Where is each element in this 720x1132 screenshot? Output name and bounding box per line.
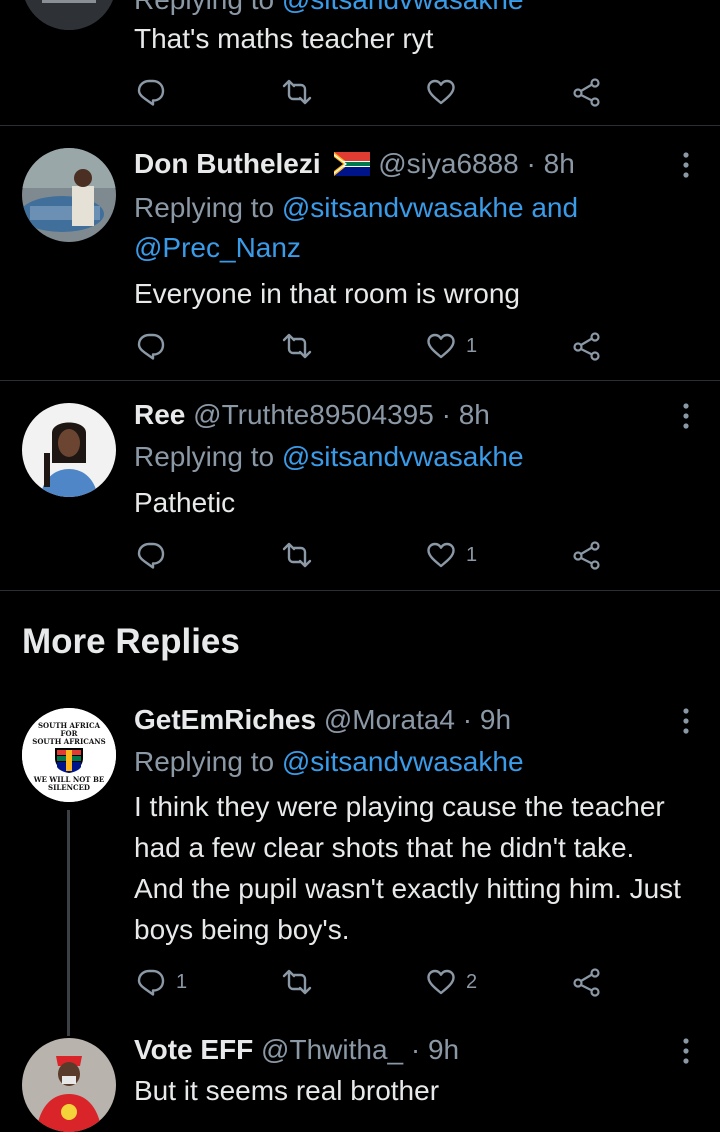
user-handle: @siya6888 bbox=[378, 148, 519, 179]
retweet-icon bbox=[282, 967, 312, 997]
display-name[interactable]: Ree bbox=[134, 399, 185, 430]
reply-icon bbox=[136, 967, 166, 997]
tweet-text: Everyone in that room is wrong bbox=[134, 278, 520, 309]
tweet-header: Ree @Truthte89504395 · 8h bbox=[134, 397, 490, 433]
retweet-button[interactable] bbox=[282, 962, 312, 1002]
share-button[interactable] bbox=[572, 535, 602, 575]
tweet-text: That's maths teacher ryt bbox=[134, 23, 434, 54]
divider bbox=[0, 590, 720, 591]
user-handle: @Thwitha_ bbox=[261, 1034, 404, 1065]
reply-icon bbox=[136, 540, 166, 570]
timestamp: · 8h bbox=[526, 148, 575, 179]
replying-to: Replying to @sitsandvwasakhe bbox=[134, 0, 674, 20]
like-button[interactable]: 1 bbox=[426, 326, 477, 366]
mention-link[interactable]: @sitsandvwasakhe bbox=[282, 746, 524, 777]
reply-count: 1 bbox=[176, 970, 188, 993]
replying-and: and bbox=[531, 192, 579, 223]
tweet-actions: 1 bbox=[134, 326, 614, 366]
mention-link[interactable]: @sitsandvwasakhe bbox=[282, 0, 524, 15]
tweet-item[interactable]: Don Buthelezi @siya6888 · 8h Replying to… bbox=[0, 126, 720, 380]
user-handle: @Morata4 bbox=[323, 704, 455, 735]
heart-icon bbox=[426, 540, 456, 570]
display-name[interactable]: GetEmRiches bbox=[134, 704, 316, 735]
more-options-icon[interactable] bbox=[682, 401, 690, 431]
display-name[interactable]: Vote EFF bbox=[134, 1034, 253, 1065]
share-button[interactable] bbox=[572, 326, 602, 366]
timestamp: · 9h bbox=[410, 1034, 460, 1065]
share-icon bbox=[572, 331, 602, 361]
retweet-button[interactable] bbox=[282, 326, 312, 366]
heart-icon bbox=[426, 331, 456, 361]
reply-button[interactable]: 1 bbox=[136, 962, 187, 1002]
like-count: 2 bbox=[466, 970, 478, 993]
tweet-item[interactable]: SOUTH AFRICA FOR SOUTH AFRICANS WE WILL … bbox=[0, 700, 720, 1020]
replying-label: Replying to bbox=[134, 441, 275, 472]
share-button[interactable] bbox=[572, 72, 602, 112]
avatar[interactable] bbox=[22, 0, 116, 30]
tweet-header: Don Buthelezi @siya6888 · 8h bbox=[134, 146, 575, 182]
retweet-button[interactable] bbox=[282, 535, 312, 575]
share-button[interactable] bbox=[572, 962, 602, 1002]
section-title: More Replies bbox=[22, 622, 240, 661]
replying-label: Replying to bbox=[134, 192, 275, 223]
avatar[interactable]: SOUTH AFRICA FOR SOUTH AFRICANS WE WILL … bbox=[22, 708, 116, 802]
south-africa-flag-icon bbox=[334, 152, 371, 176]
more-options-icon[interactable] bbox=[682, 1036, 690, 1066]
replying-to: Replying to @sitsandvwasakhe bbox=[134, 437, 674, 477]
share-icon bbox=[572, 540, 602, 570]
reply-button[interactable] bbox=[136, 72, 166, 112]
share-icon bbox=[572, 77, 602, 107]
heart-icon bbox=[426, 77, 456, 107]
mention-link[interactable]: @sitsandvwasakhe bbox=[282, 441, 524, 472]
display-name[interactable]: Don Buthelezi bbox=[134, 148, 321, 179]
like-button[interactable]: 1 bbox=[426, 535, 477, 575]
timestamp: · 9h bbox=[462, 704, 512, 735]
reply-icon bbox=[136, 77, 166, 107]
timestamp: · 8h bbox=[441, 399, 490, 430]
tweet-actions: 1 2 bbox=[134, 962, 614, 1002]
avatar-text: SILENCED bbox=[48, 783, 90, 792]
tweet-header: GetEmRiches @Morata4 · 9h bbox=[134, 702, 511, 738]
reply-button[interactable] bbox=[136, 535, 166, 575]
tweet-item[interactable]: Replying to @sitsandvwasakhe That's math… bbox=[0, 0, 720, 125]
tweet-text: But it seems real brother bbox=[134, 1075, 440, 1106]
reply-icon bbox=[136, 331, 166, 361]
replying-label: Replying to bbox=[134, 746, 275, 777]
mention-link[interactable]: @Prec_Nanz bbox=[134, 232, 301, 263]
replying-to: Replying to @sitsandvwasakhe and @Prec_N… bbox=[134, 188, 674, 268]
like-count: 1 bbox=[466, 543, 478, 566]
tweet-actions: 1 bbox=[134, 535, 614, 575]
tweet-text: Pathetic bbox=[134, 487, 236, 518]
tweet-actions bbox=[134, 72, 614, 112]
replying-to: Replying to @sitsandvwasakhe bbox=[134, 742, 674, 782]
like-button[interactable] bbox=[426, 72, 456, 112]
tweet-header: Vote EFF @Thwitha_ · 9h bbox=[134, 1032, 459, 1068]
like-count: 1 bbox=[466, 334, 478, 357]
more-options-icon[interactable] bbox=[682, 706, 690, 736]
retweet-button[interactable] bbox=[282, 72, 312, 112]
tweet-text: I think they were playing cause the teac… bbox=[134, 791, 681, 945]
avatar[interactable] bbox=[22, 1038, 116, 1132]
retweet-icon bbox=[282, 331, 312, 361]
retweet-icon bbox=[282, 77, 312, 107]
avatar-text: SOUTH AFRICANS bbox=[32, 737, 105, 746]
reply-button[interactable] bbox=[136, 326, 166, 366]
like-button[interactable]: 2 bbox=[426, 962, 477, 1002]
share-icon bbox=[572, 967, 602, 997]
heart-icon bbox=[426, 967, 456, 997]
tweet-item[interactable]: Vote EFF @Thwitha_ · 9h But it seems rea… bbox=[0, 1030, 720, 1132]
tweet-item[interactable]: Ree @Truthte89504395 · 8h Replying to @s… bbox=[0, 381, 720, 589]
user-handle: @Truthte89504395 bbox=[193, 399, 434, 430]
replying-label: Replying to bbox=[134, 0, 274, 15]
avatar[interactable] bbox=[22, 148, 116, 242]
retweet-icon bbox=[282, 540, 312, 570]
mention-link[interactable]: @sitsandvwasakhe bbox=[282, 192, 524, 223]
avatar[interactable] bbox=[22, 403, 116, 497]
more-options-icon[interactable] bbox=[682, 150, 690, 180]
